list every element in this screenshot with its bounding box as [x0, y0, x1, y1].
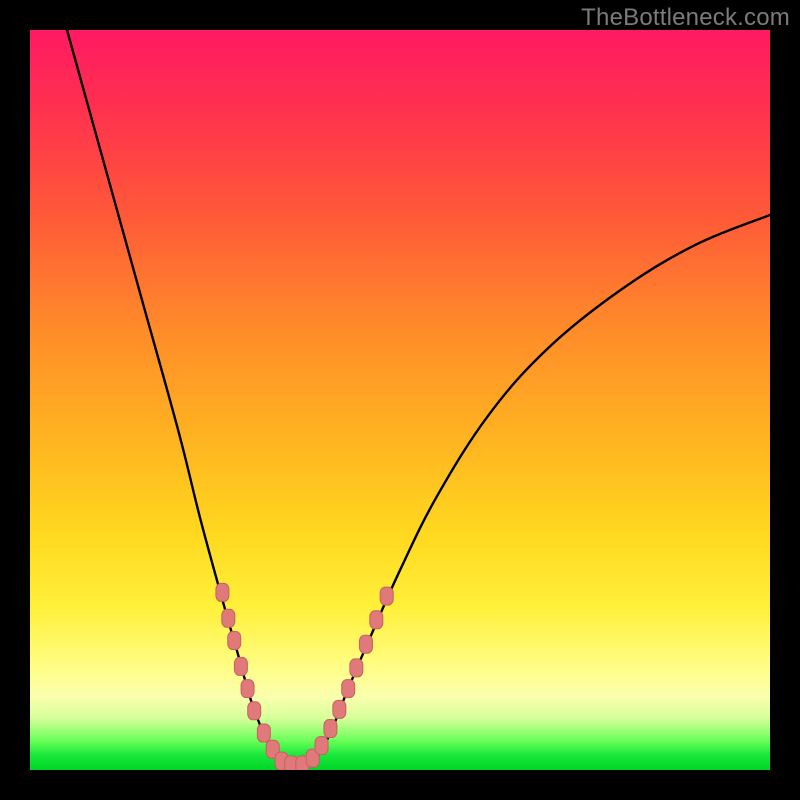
data-marker — [257, 724, 270, 742]
series-left-curve — [67, 30, 289, 765]
data-marker — [350, 659, 363, 677]
data-marker — [315, 737, 328, 755]
data-marker — [222, 609, 235, 627]
data-marker — [380, 587, 393, 605]
data-marker — [228, 632, 241, 650]
markers-group — [216, 583, 393, 770]
curve-layer — [30, 30, 770, 770]
data-marker — [370, 611, 383, 629]
data-marker — [359, 635, 372, 653]
data-marker — [248, 702, 261, 720]
data-marker — [241, 680, 254, 698]
watermark-label: TheBottleneck.com — [581, 4, 790, 32]
chart-frame: TheBottleneck.com — [0, 0, 800, 800]
series-right-curve — [304, 215, 770, 765]
plot-area — [30, 30, 770, 770]
data-marker — [216, 583, 229, 601]
data-marker — [333, 700, 346, 718]
data-marker — [234, 657, 247, 675]
series-group — [67, 30, 770, 765]
data-marker — [324, 720, 337, 738]
data-marker — [342, 680, 355, 698]
